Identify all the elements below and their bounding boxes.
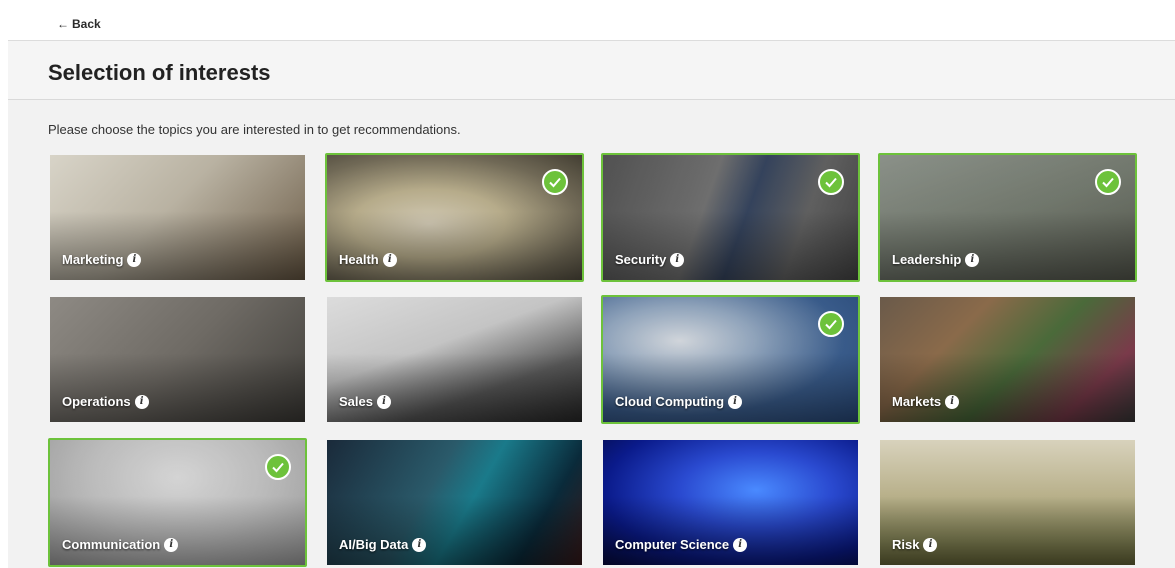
topic-label: Markets i xyxy=(892,394,960,409)
info-icon[interactable]: i xyxy=(728,394,743,409)
check-icon xyxy=(818,169,844,195)
topic-card-risk[interactable]: Risk i xyxy=(878,438,1137,567)
topic-label: Leadership i xyxy=(892,252,980,267)
topic-card-cloud-computing[interactable]: Cloud Computing i xyxy=(601,295,860,424)
topic-label: Security i xyxy=(615,252,685,267)
topic-card-ai-big-data[interactable]: AI/Big Data i xyxy=(325,438,584,567)
topic-card-security[interactable]: Security i xyxy=(601,153,860,282)
info-icon[interactable]: i xyxy=(134,394,149,409)
info-icon[interactable]: i xyxy=(164,537,179,552)
page-title: Selection of interests xyxy=(48,60,271,85)
info-icon[interactable]: i xyxy=(127,252,142,267)
check-icon xyxy=(542,169,568,195)
check-icon xyxy=(818,311,844,337)
topic-label: Communication i xyxy=(62,537,179,552)
app-container: ← Back Selection of interests Please choo… xyxy=(8,10,1175,568)
back-arrow-icon: ← xyxy=(57,17,69,31)
info-icon[interactable]: i xyxy=(412,537,427,552)
info-icon[interactable]: i xyxy=(733,537,748,552)
topic-card-leadership[interactable]: Leadership i xyxy=(878,153,1137,282)
back-button[interactable]: ← Back xyxy=(57,17,101,31)
top-bar: ← Back xyxy=(8,10,1175,41)
info-icon[interactable]: i xyxy=(945,394,960,409)
info-icon[interactable]: i xyxy=(923,537,938,552)
info-icon[interactable]: i xyxy=(376,394,391,409)
topic-card-operations[interactable]: Operations i xyxy=(48,295,307,424)
topic-card-markets[interactable]: Markets i xyxy=(878,295,1137,424)
topic-label: Risk i xyxy=(892,537,938,552)
topic-card-marketing[interactable]: Marketing i xyxy=(48,153,307,282)
topic-label: Operations i xyxy=(62,394,149,409)
info-icon[interactable]: i xyxy=(670,252,685,267)
info-icon[interactable]: i xyxy=(382,252,397,267)
topic-label: AI/Big Data i xyxy=(339,537,427,552)
topic-label: Cloud Computing i xyxy=(615,394,743,409)
topic-label: Marketing i xyxy=(62,252,142,267)
topic-label: Health i xyxy=(339,252,397,267)
check-icon xyxy=(1095,169,1121,195)
info-icon[interactable]: i xyxy=(965,252,980,267)
topic-card-communication[interactable]: Communication i xyxy=(48,438,307,567)
topic-label: Computer Science i xyxy=(615,537,748,552)
check-icon xyxy=(265,454,291,480)
page-header: Selection of interests xyxy=(8,41,1175,100)
intro-text: Please choose the topics you are interes… xyxy=(48,122,461,137)
topic-card-sales[interactable]: Sales i xyxy=(325,295,584,424)
back-label: Back xyxy=(72,17,101,31)
topic-label: Sales i xyxy=(339,394,391,409)
topic-card-computer-science[interactable]: Computer Science i xyxy=(601,438,860,567)
topic-card-health[interactable]: Health i xyxy=(325,153,584,282)
